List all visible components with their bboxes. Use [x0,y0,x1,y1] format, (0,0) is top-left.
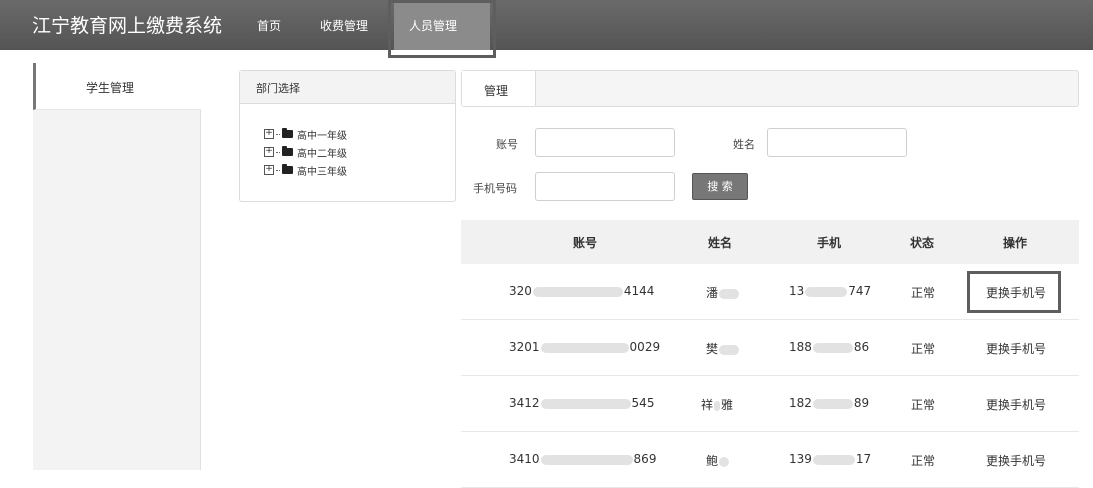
redaction-blur [805,286,848,297]
account-cell: 3410 869 [509,452,657,466]
phone-cell: 13 747 [789,284,872,298]
status-cell: 正常 [911,398,936,412]
column-header-status: 状态 [910,236,935,250]
search-button[interactable]: 搜 索 [692,173,748,200]
tree-item-grade-1[interactable]: + 高中一年级 [264,127,347,142]
phone-input[interactable] [535,172,675,201]
account-cell: 3201 0029 [509,340,661,354]
top-navbar: 江宁教育网上缴费系统 首页 收费管理 人员管理 [0,0,1093,58]
redaction-blur [719,288,740,299]
tree-item-grade-3[interactable]: + 高中三年级 [264,163,347,178]
department-panel-title: 部门选择 [240,71,455,104]
account-input[interactable] [535,128,675,157]
column-header-account: 账号 [573,236,598,250]
folder-icon [282,164,293,174]
tree-item-grade-2[interactable]: + 高中二年级 [264,145,347,160]
table-header: 账号 姓名 手机 状态 操作 [461,220,1079,264]
phone-cell: 182 89 [789,396,870,410]
table-row: 3410 869 鲍 139 17 正常 更换手机号 [461,432,1079,488]
redaction-blur [540,398,631,409]
column-header-phone: 手机 [817,236,842,250]
change-phone-link[interactable]: 更换手机号 [986,396,1046,413]
tree-item-label: 高中二年级 [297,148,347,160]
status-cell: 正常 [911,286,936,300]
redaction-blur [812,454,855,465]
column-header-name: 姓名 [708,236,733,250]
tree-item-label: 高中三年级 [297,166,347,178]
table-row: 3201 0029 樊 188 86 正常 更换手机号 [461,320,1079,376]
table-row: 3412 545 祥雅 182 89 正常 更换手机号 [461,376,1079,432]
name-cell: 樊 [706,340,740,357]
status-cell: 正常 [911,454,936,468]
account-label: 账号 [496,138,518,151]
redaction-blur [719,456,730,467]
tree-connector [276,151,280,153]
nav-fee-management[interactable]: 收费管理 [320,17,368,34]
status-cell: 正常 [911,342,936,356]
change-phone-link[interactable]: 更换手机号 [986,284,1046,301]
tree-connector [276,133,280,135]
manage-panel-header: 管理 [461,70,1079,107]
change-phone-link[interactable]: 更换手机号 [986,340,1046,357]
tree-connector [276,169,280,171]
nav-personnel-management[interactable]: 人员管理 [409,17,457,34]
expand-icon[interactable]: + [264,165,274,175]
table-row: 320 4144 潘 13 747 正常 更换手机号 [461,264,1079,320]
expand-icon[interactable]: + [264,147,274,157]
redaction-blur [540,454,633,465]
department-panel: 部门选择 + 高中一年级 + 高中二年级 + 高中三年级 [239,70,456,202]
name-cell: 鲍 [706,452,730,469]
column-header-action: 操作 [1003,236,1028,250]
folder-icon [282,128,293,138]
redaction-blur [812,342,853,353]
sidebar-item-label: 学生管理 [86,81,135,95]
change-phone-link[interactable]: 更换手机号 [986,452,1046,469]
name-label: 姓名 [733,138,755,151]
phone-cell: 139 17 [789,452,872,466]
expand-icon[interactable]: + [264,129,274,139]
app-title: 江宁教育网上缴费系统 [32,15,223,37]
redaction-blur [540,342,629,353]
sidebar: 学生管理 [33,63,201,470]
phone-label: 手机号码 [473,182,517,195]
redaction-blur [719,344,740,355]
account-cell: 320 4144 [509,284,655,298]
name-cell: 祥雅 [701,398,734,412]
tab-manage[interactable]: 管理 [462,71,536,106]
redaction-blur [812,398,853,409]
redaction-blur [532,286,623,297]
folder-icon [282,146,293,156]
redaction-blur [714,400,721,411]
sidebar-item-student-management[interactable]: 学生管理 [33,63,201,110]
phone-cell: 188 86 [789,340,870,354]
name-cell: 潘 [706,284,740,301]
account-cell: 3412 545 [509,396,655,410]
name-input[interactable] [767,128,907,157]
tree-item-label: 高中一年级 [297,130,347,142]
nav-home[interactable]: 首页 [257,17,281,34]
